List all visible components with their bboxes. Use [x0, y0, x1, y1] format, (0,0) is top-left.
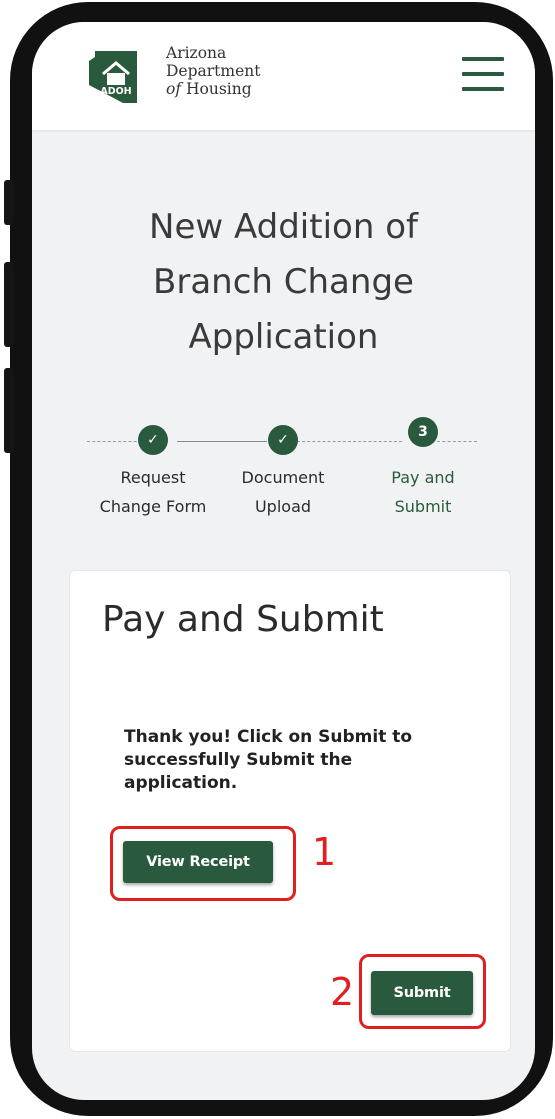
step-label-line: Pay and	[391, 468, 455, 487]
hamburger-bar	[462, 72, 504, 76]
phone-action-button	[4, 180, 14, 225]
phone-volume-up-button	[4, 262, 14, 347]
app-header: ADOH Arizona Department of Housing	[32, 22, 535, 130]
page-title-line: New Addition of	[149, 207, 418, 247]
step-3-label: Pay and Submit	[358, 463, 488, 521]
hamburger-bar	[462, 57, 504, 61]
page-title-line: Application	[188, 317, 379, 357]
step-label-line: Upload	[254, 497, 312, 516]
stepper-connector	[297, 441, 402, 442]
step-3-number: 3	[408, 417, 438, 447]
hamburger-bar	[462, 87, 504, 91]
hamburger-menu-icon[interactable]	[462, 57, 504, 91]
step-1-check-icon: ✓	[138, 425, 168, 455]
step-label-line: Document	[241, 468, 325, 487]
step-2-check-icon: ✓	[268, 425, 298, 455]
stepper-connector	[437, 441, 477, 442]
annotation-highlight-2	[359, 954, 486, 1029]
logo-line-3: of Housing	[166, 80, 260, 98]
step-label-line: Submit	[394, 497, 452, 516]
card-title: Pay and Submit	[102, 599, 384, 640]
adoh-logo-icon: ADOH	[89, 51, 137, 103]
step-2-label: Document Upload	[218, 463, 348, 521]
stepper-connector	[177, 441, 267, 442]
annotation-label-2: 2	[330, 970, 355, 1014]
page-title-line: Branch Change	[153, 262, 414, 302]
logo-line-1: Arizona	[166, 44, 227, 62]
annotation-highlight-1	[110, 826, 296, 901]
phone-volume-down-button	[4, 368, 14, 453]
step-1-label: Request Change Form	[88, 463, 218, 521]
annotation-label-1: 1	[312, 830, 337, 874]
step-label-line: Request	[120, 468, 186, 487]
logo-line-3-italic: of	[166, 80, 182, 98]
confirmation-message: Thank you! Click on Submit to successful…	[124, 727, 413, 793]
step-label-line: Change Form	[99, 497, 207, 516]
logo-line-3-rest: Housing	[181, 80, 252, 98]
logo-badge-text: ADOH	[100, 86, 131, 97]
page-title: New Addition of Branch Change Applicatio…	[32, 200, 535, 365]
logo-wordmark: Arizona Department of Housing	[166, 44, 260, 98]
logo-line-2: Department	[166, 62, 261, 80]
progress-stepper: ✓ ✓ 3 Request Change Form Document Uploa…	[32, 417, 535, 527]
phone-screen: ADOH Arizona Department of Housing New A…	[32, 22, 535, 1100]
